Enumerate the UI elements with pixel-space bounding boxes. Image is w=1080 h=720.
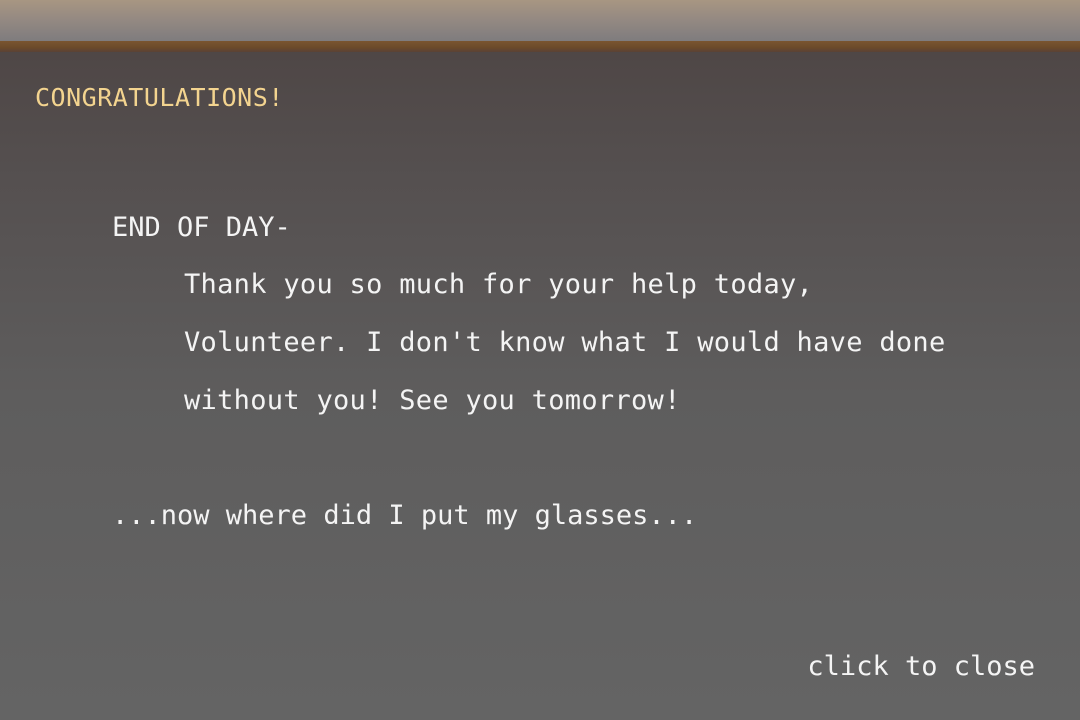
close-button[interactable]: click to close: [807, 651, 1035, 682]
postscript-text: ...now where did I put my glasses...: [112, 500, 698, 531]
end-of-day-dialog[interactable]: CONGRATULATIONS! END OF DAY- Thank you s…: [0, 0, 1080, 720]
top-band: [0, 0, 1080, 41]
congratulations-heading: CONGRATULATIONS!: [35, 83, 284, 112]
letter-title: END OF DAY-: [112, 212, 291, 243]
letter-line: Thank you so much for your help today,: [184, 269, 814, 300]
letter-line: without you! See you tomorrow!: [184, 385, 681, 416]
top-border: [0, 41, 1080, 52]
letter-line: Volunteer. I don't know what I would hav…: [184, 327, 946, 358]
